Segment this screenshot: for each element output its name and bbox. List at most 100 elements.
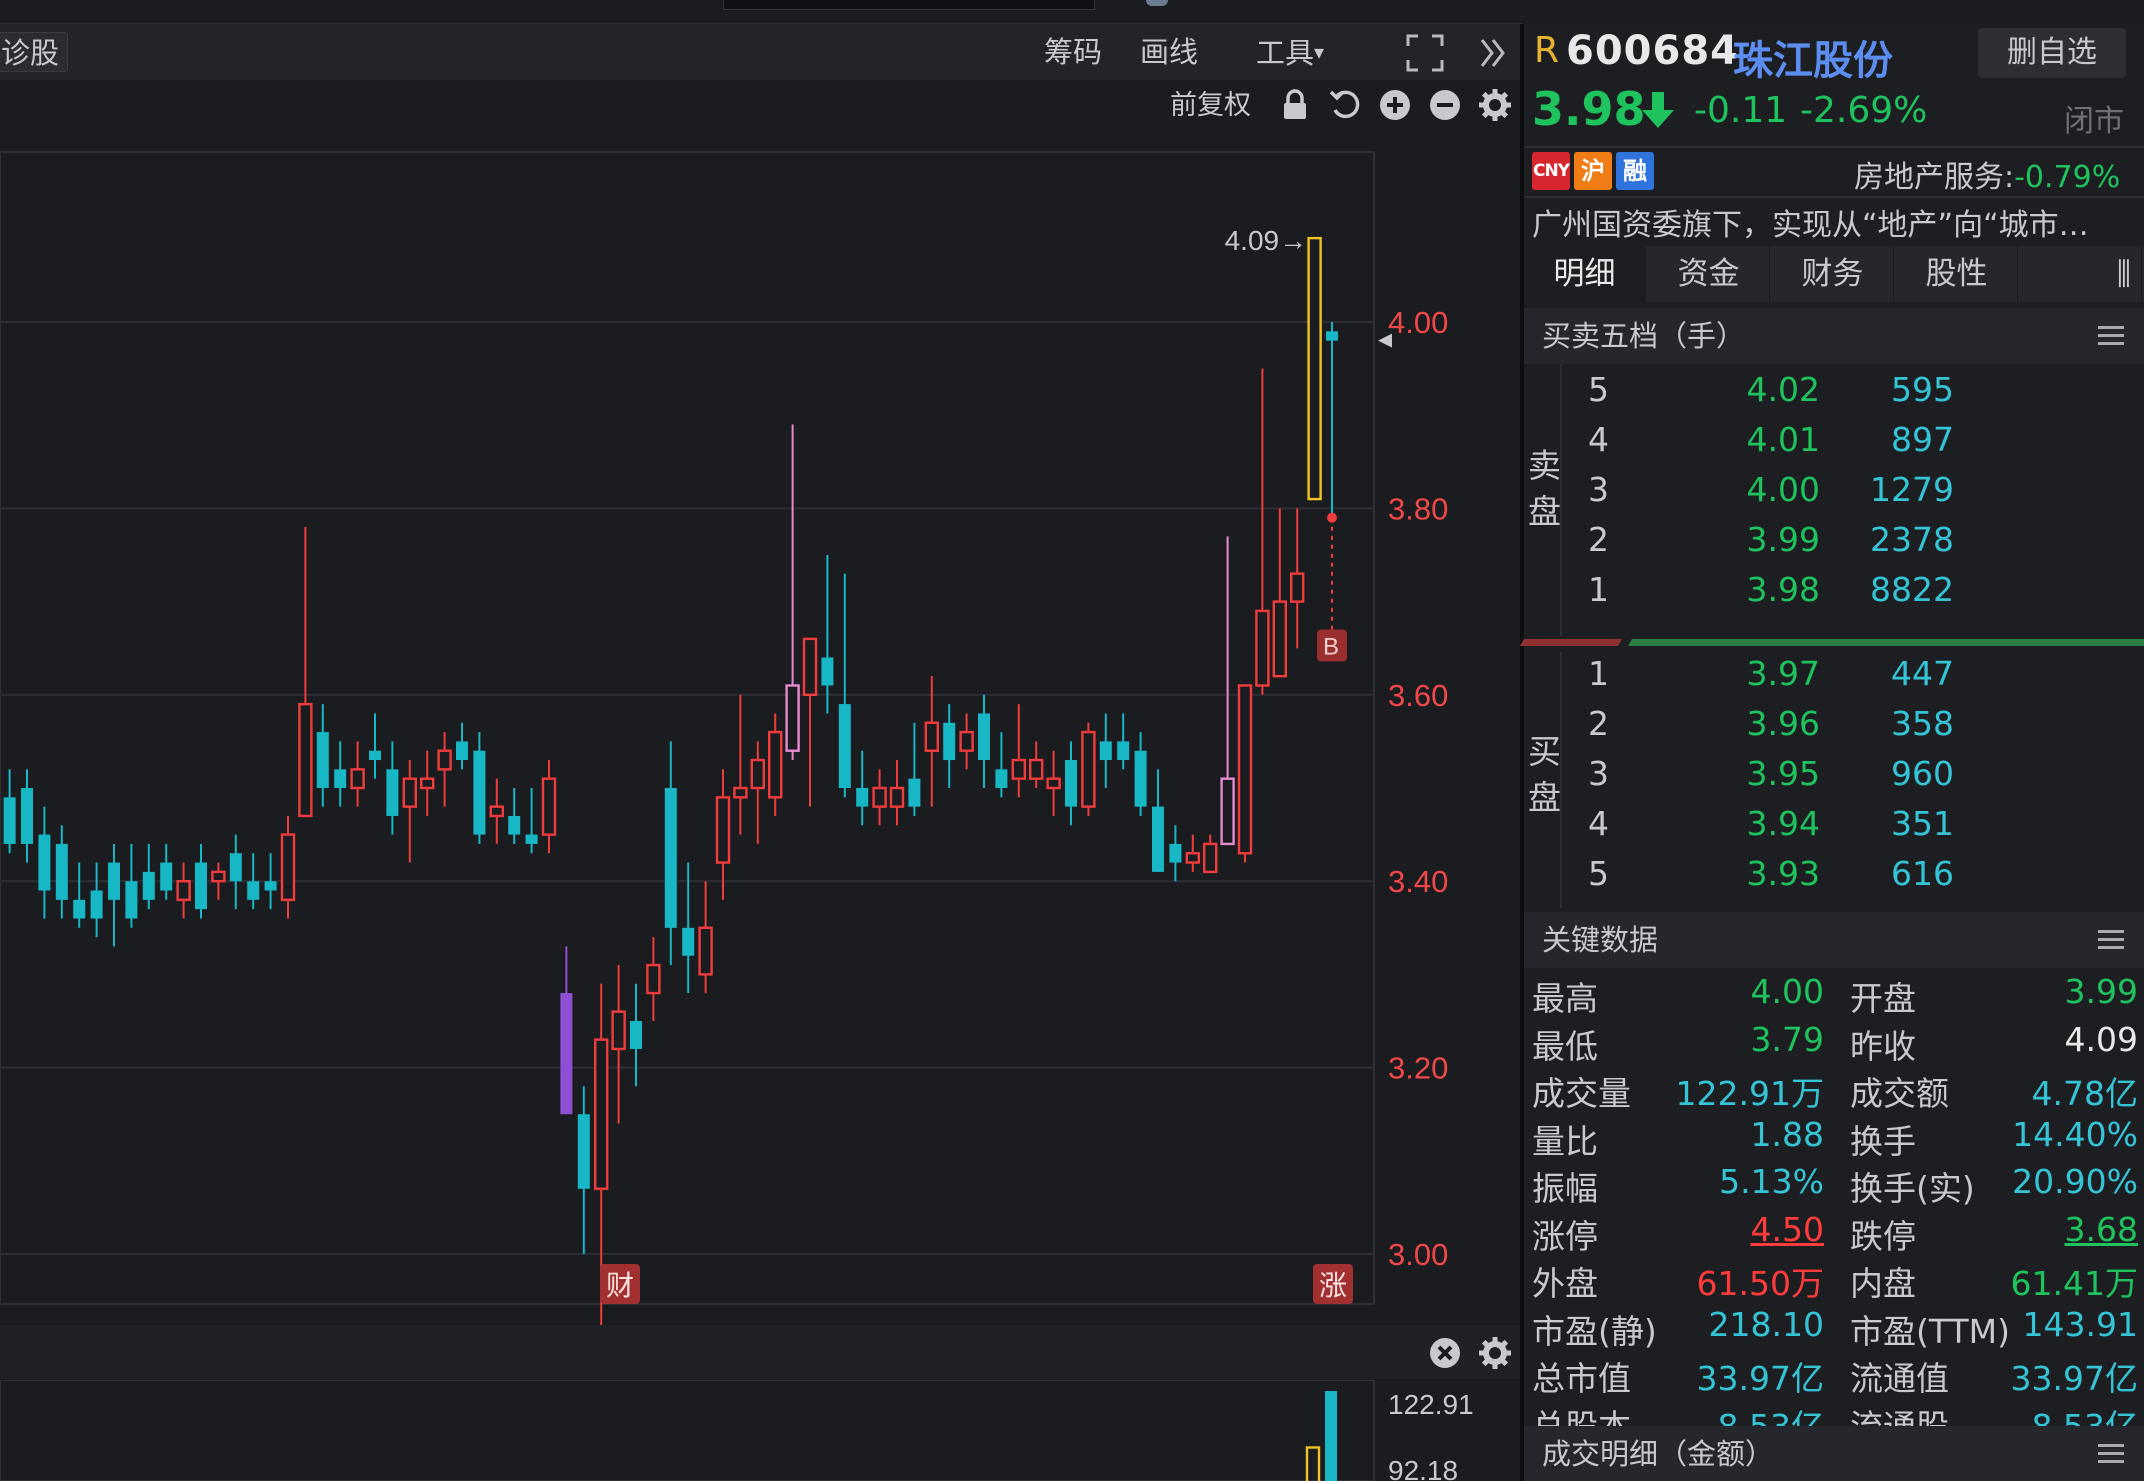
zoom-in-icon[interactable] [1378, 88, 1412, 122]
keydata-value: 20.90% [2012, 1162, 2138, 1201]
buy-level: 4 [1588, 804, 1609, 843]
trades-title: 成交明细（金额） [1542, 1437, 1775, 1471]
candle-body [821, 657, 834, 686]
menu-icon[interactable] [2098, 930, 2124, 950]
candle-body [195, 862, 207, 910]
settings-icon[interactable] [1478, 88, 1512, 122]
buy-price: 3.97 [1746, 654, 1820, 693]
candle-body [698, 926, 713, 976]
candle-body [577, 1114, 590, 1189]
sell-volume: 897 [1891, 420, 1954, 459]
kline-chart[interactable]: 4.003.803.603.403.203.00B4.09→←2.88财涨 [0, 132, 1520, 1325]
tab-detail[interactable]: 明细 [1524, 246, 1646, 302]
orderbook-buy-row[interactable]: 3 3.95 960 [1524, 754, 2144, 800]
price-axis-label: 3.20 [1388, 1051, 1448, 1086]
orderbook-buy-row[interactable]: 2 3.96 358 [1524, 704, 2144, 750]
candle-body [280, 833, 296, 902]
lock-icon[interactable] [1278, 88, 1312, 122]
candle-body [1307, 236, 1322, 501]
remove-watchlist-button[interactable]: 删自选 [1978, 28, 2126, 78]
tab-funds[interactable]: 资金 [1648, 246, 1770, 302]
adjust-mode-button[interactable]: 前复权 [1170, 86, 1251, 126]
candle-body [1272, 600, 1288, 678]
keydata-label: 最高 [1532, 979, 1598, 1018]
volume-axis-label: 92.18 [1388, 1455, 1458, 1481]
orderbook-sell-row[interactable]: 2 3.99 2378 [1524, 520, 2144, 566]
menu-icon[interactable] [2098, 1444, 2124, 1464]
candle[interactable] [1307, 236, 1322, 501]
orderbook-buy-row[interactable]: 5 3.93 616 [1524, 854, 2144, 900]
candle-body [402, 777, 417, 808]
candle-body [369, 750, 381, 761]
tools-label: 工具 [1256, 36, 1315, 70]
candle-body [489, 805, 504, 818]
search-field[interactable] [723, 0, 1095, 10]
orderbook-buy-row[interactable]: 1 3.97 447 [1524, 654, 2144, 700]
candle-body [211, 870, 226, 883]
orderbook-buy-row[interactable]: 4 3.94 351 [1524, 804, 2144, 850]
keydata-label: 内盘 [1850, 1264, 1916, 1303]
candle-body [924, 721, 939, 752]
sell-level: 5 [1588, 370, 1609, 409]
keydata-label: 总市值 [1532, 1359, 1631, 1398]
stock-name[interactable]: 珠江股份 [1733, 28, 1893, 86]
candle-body [247, 881, 260, 900]
company-description[interactable]: 广州国资委旗下，实现从“地产”向“城市… [1532, 200, 2136, 244]
user-avatar[interactable] [1146, 0, 1168, 6]
tab-stock-nature[interactable]: 股性 [1896, 246, 2018, 302]
rise-event-marker: 涨 [1319, 1269, 1347, 1302]
price-axis-label: 3.00 [1388, 1237, 1448, 1272]
sell-price: 3.99 [1746, 520, 1820, 559]
tab-finance[interactable]: 财务 [1772, 246, 1894, 302]
menu-icon[interactable] [2098, 326, 2124, 346]
trades-header[interactable]: 成交明细（金额） [1524, 1426, 2144, 1481]
keydata-value: 4.00 [1750, 972, 1824, 1011]
keydata-value: 4.09 [2064, 1019, 2138, 1059]
keydata-label: 流通值 [1850, 1359, 1949, 1398]
diagnose-button[interactable]: 诊股 [0, 32, 69, 72]
candle-body [646, 963, 661, 995]
sell-volume: 1279 [1870, 470, 1954, 509]
volume-plot-area [0, 1380, 1375, 1481]
orderbook-header[interactable]: 买卖五档（手） [1524, 308, 2144, 364]
orderbook-sell-row[interactable]: 5 4.02 595 [1524, 370, 2144, 416]
market-status: 闭市 [2064, 104, 2124, 139]
stock-code: 600684 [1566, 28, 1739, 74]
orderbook-sell-row[interactable]: 3 4.00 1279 [1524, 470, 2144, 516]
tab-more-icon[interactable]: ⫼ [2020, 246, 2142, 302]
sector-info[interactable]: 房地产服务:-0.79% [1854, 152, 2120, 196]
keydata-label: 昨收 [1850, 1026, 1916, 1066]
keydata-label: 涨停 [1532, 1216, 1598, 1256]
collapse-right-icon[interactable] [1478, 36, 1508, 70]
candle[interactable] [1081, 722, 1096, 816]
shanghai-badge[interactable]: 沪 [1574, 152, 1612, 190]
candle-body [508, 815, 521, 835]
undo-icon[interactable] [1328, 88, 1362, 122]
close-panel-icon[interactable] [1428, 1336, 1462, 1370]
keydata-value: 4.78亿 [2031, 1074, 2138, 1113]
keydata-label: 最低 [1532, 1026, 1598, 1066]
volume-bar [1325, 1391, 1337, 1481]
keydata-header[interactable]: 关键数据 [1524, 912, 2144, 968]
candle-body [1289, 572, 1305, 603]
margin-badge[interactable]: 融 [1616, 152, 1654, 190]
fullscreen-icon[interactable] [1406, 34, 1444, 72]
chips-button[interactable]: 筹码 [1044, 32, 1102, 72]
candle-body [856, 788, 869, 807]
orderbook-sell-row[interactable]: 4 4.01 897 [1524, 420, 2144, 466]
candle[interactable] [1237, 684, 1253, 863]
cny-badge[interactable]: CNY [1532, 152, 1570, 190]
volume-chart: 122.91 92.18 [0, 1380, 1474, 1481]
orderbook-sell-row[interactable]: 1 3.98 8822 [1524, 570, 2144, 616]
candle-body [943, 722, 956, 761]
candle-body [1202, 842, 1218, 874]
keydata-value: 218.10 [1708, 1304, 1824, 1344]
candle-body [908, 778, 921, 807]
draw-line-button[interactable]: 画线 [1140, 32, 1198, 72]
candle-body [838, 704, 851, 788]
tools-menu[interactable]: 工具▾ [1256, 32, 1324, 72]
market-tag: R [1534, 30, 1560, 71]
plot-area [0, 151, 1375, 1305]
zoom-out-icon[interactable] [1428, 88, 1462, 122]
volume-settings-icon[interactable] [1478, 1336, 1512, 1370]
